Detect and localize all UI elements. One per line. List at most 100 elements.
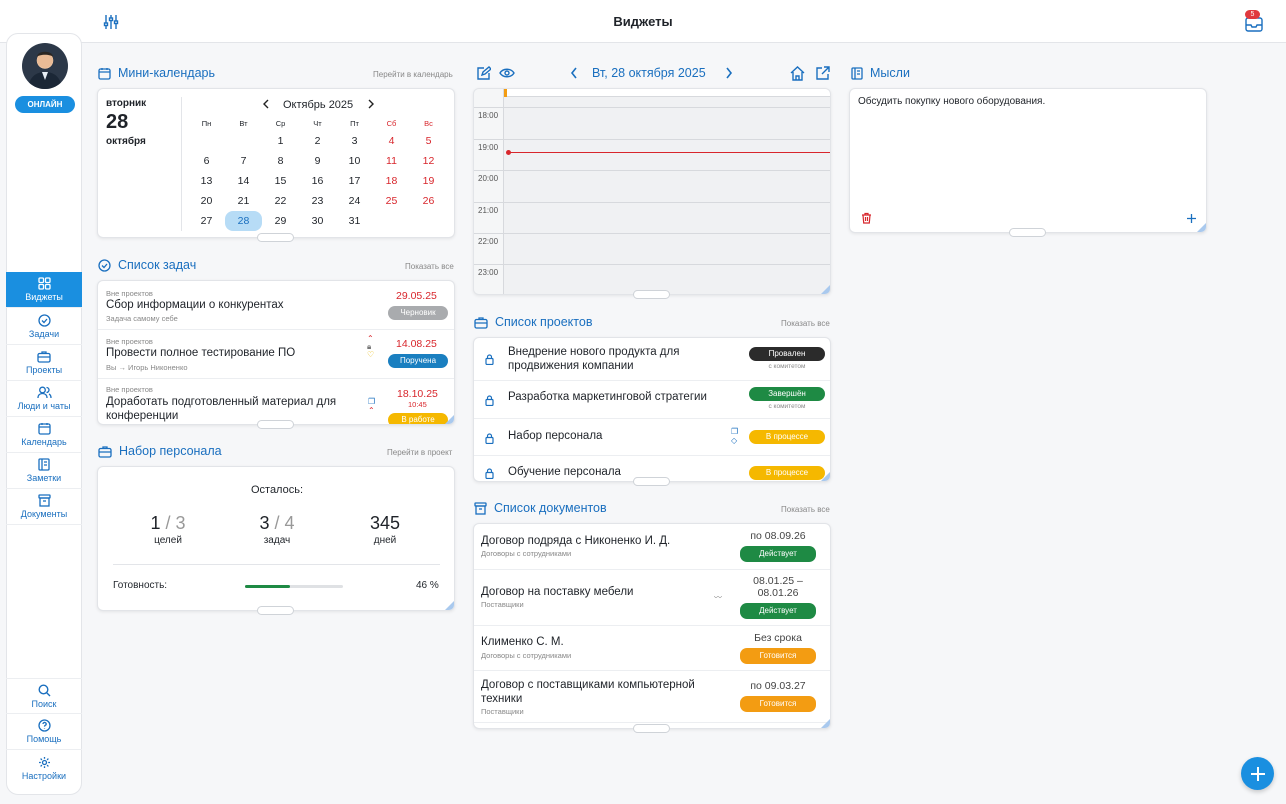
show-all-projects-link[interactable]: Показать все	[781, 319, 830, 328]
calendar-day[interactable]: 17	[336, 171, 373, 191]
hour-row[interactable]: 22:00	[474, 233, 830, 264]
sidebar-item-label: Календарь	[21, 437, 67, 447]
calendar-day[interactable]: 3	[336, 131, 373, 151]
calendar-day[interactable]: 7	[225, 151, 262, 171]
calendar-day[interactable]: 28	[225, 211, 262, 231]
calendar-day[interactable]: 11	[373, 151, 410, 171]
calendar-day[interactable]: 19	[410, 171, 447, 191]
task-row[interactable]: Вне проектов Доработать подготовленный м…	[98, 379, 454, 424]
calendar-day[interactable]: 25	[373, 191, 410, 211]
calendar-day[interactable]: 12	[410, 151, 447, 171]
resize-handle[interactable]	[257, 233, 294, 242]
hour-row[interactable]: 19:00	[474, 139, 830, 170]
go-to-calendar-link[interactable]: Перейти в календарь	[373, 70, 453, 79]
show-all-documents-link[interactable]: Показать все	[781, 505, 830, 514]
calendar-day[interactable]: 18	[373, 171, 410, 191]
calendar-day[interactable]: 29	[262, 211, 299, 231]
stat-tasks: 3 / 4 задач	[259, 513, 295, 546]
task-row[interactable]: Вне проектов Провести полное тестировани…	[98, 330, 454, 379]
task-row[interactable]: Вне проектов Сбор информации о конкурент…	[98, 281, 454, 330]
hour-row[interactable]: 20:00	[474, 170, 830, 202]
calendar-day[interactable]: 16	[299, 171, 336, 191]
remaining-label: Осталось:	[250, 484, 304, 496]
calendar-day[interactable]: 10	[336, 151, 373, 171]
month-year-label: Октябрь 2025	[283, 99, 354, 111]
resize-corner[interactable]	[821, 285, 830, 294]
calendar-day[interactable]: 20	[188, 191, 225, 211]
weekday-header: Вт	[239, 119, 248, 128]
online-status-button[interactable]: ОНЛАЙН	[15, 96, 75, 113]
calendar-day[interactable]: 30	[299, 211, 336, 231]
calendar-day[interactable]: 27	[188, 211, 225, 231]
add-widget-button[interactable]	[1241, 757, 1274, 790]
chevron-right-icon[interactable]	[365, 98, 377, 110]
resize-handle[interactable]	[633, 477, 670, 486]
hour-row[interactable]: 18:00	[474, 107, 830, 139]
calendar-day[interactable]: 13	[188, 171, 225, 191]
calendar-day[interactable]: 22	[262, 191, 299, 211]
add-icon[interactable]	[1184, 211, 1198, 225]
resize-handle[interactable]	[257, 606, 294, 615]
calendar-day[interactable]: 24	[336, 191, 373, 211]
external-link-icon[interactable]	[813, 64, 831, 82]
calendar-day[interactable]: 4	[373, 131, 410, 151]
resize-corner[interactable]	[821, 719, 830, 728]
document-row[interactable]: Договор подряда с Никоненко И. Д. Догово…	[474, 524, 830, 570]
resize-corner[interactable]	[445, 601, 454, 610]
edit-icon[interactable]	[474, 64, 492, 82]
sidebar-item-projects[interactable]: Проекты	[6, 345, 82, 381]
sidebar-item-people-chats[interactable]: Люди и чаты	[6, 381, 82, 417]
resize-corner[interactable]	[1197, 223, 1206, 232]
resize-handle[interactable]	[633, 724, 670, 733]
project-row[interactable]: Внедрение нового продукта для продвижени…	[474, 338, 830, 381]
resize-corner[interactable]	[821, 472, 830, 481]
sidebar-item-settings[interactable]: Настройки	[6, 750, 82, 786]
chevron-left-icon[interactable]	[260, 98, 272, 110]
sidebar-item-notes[interactable]: Заметки	[6, 453, 82, 489]
project-name: Набор персонала	[508, 430, 603, 442]
calendar-day[interactable]: 1	[262, 131, 299, 151]
calendar-day[interactable]: 15	[262, 171, 299, 191]
calendar-day[interactable]: 9	[299, 151, 336, 171]
calendar-day[interactable]: 2	[299, 131, 336, 151]
sidebar-item-widgets[interactable]: Виджеты	[6, 272, 82, 308]
project-row[interactable]: Разработка маркетинговой стратегии Завер…	[474, 381, 830, 419]
sidebar-item-search[interactable]: Поиск	[6, 678, 82, 714]
resize-handle[interactable]	[257, 420, 294, 429]
resize-corner[interactable]	[445, 415, 454, 424]
go-to-project-link[interactable]: Перейти в проект	[387, 448, 452, 457]
calendar-day[interactable]: 8	[262, 151, 299, 171]
calendar-day[interactable]: 21	[225, 191, 262, 211]
calendar-day[interactable]: 14	[225, 171, 262, 191]
sidebar-item-label: Виджеты	[25, 292, 63, 302]
document-row[interactable]: Клименко С. М. Договоры с сотрудниками Б…	[474, 626, 830, 671]
sidebar-item-label: Задачи	[28, 329, 60, 339]
calendar-day[interactable]: 6	[188, 151, 225, 171]
document-row[interactable]: Договор с поставщиками компьютерной техн…	[474, 671, 830, 723]
show-all-tasks-link[interactable]: Показать все	[405, 262, 454, 271]
trash-icon[interactable]	[859, 211, 873, 225]
sidebar-item-calendar[interactable]: Календарь	[6, 417, 82, 453]
calendar-day[interactable]: 31	[336, 211, 373, 231]
mini-calendar-card: вторник 28 октября Октябрь 2025 Пн Вт Ср Чт…	[97, 88, 455, 238]
document-row[interactable]: Договор на поставку мебели Поставщики 〰 …	[474, 570, 830, 626]
avatar[interactable]	[22, 43, 68, 89]
eye-icon[interactable]	[498, 64, 516, 82]
home-icon[interactable]	[788, 64, 806, 82]
sidebar-item-tasks[interactable]: Задачи	[6, 309, 82, 345]
sidebar-item-documents[interactable]: Документы	[6, 489, 82, 525]
task-date: 14.08.25	[396, 338, 437, 350]
project-row[interactable]: Набор персонала ❐ ◇ В процессе	[474, 419, 830, 456]
divider	[113, 564, 440, 565]
chevron-left-icon[interactable]	[567, 66, 581, 80]
priority-icon: ⌃ 🔒︎ ♡	[367, 334, 375, 359]
calendar-day[interactable]: 23	[299, 191, 336, 211]
hour-row[interactable]: 21:00	[474, 202, 830, 233]
calendar-day[interactable]: 26	[410, 191, 447, 211]
thought-text[interactable]: Обсудить покупку нового оборудования.	[858, 96, 1045, 107]
sidebar-item-help[interactable]: Помощь	[6, 714, 82, 750]
resize-handle[interactable]	[633, 290, 670, 299]
resize-handle[interactable]	[1009, 228, 1046, 237]
calendar-day[interactable]: 5	[410, 131, 447, 151]
chevron-right-icon[interactable]	[722, 66, 736, 80]
